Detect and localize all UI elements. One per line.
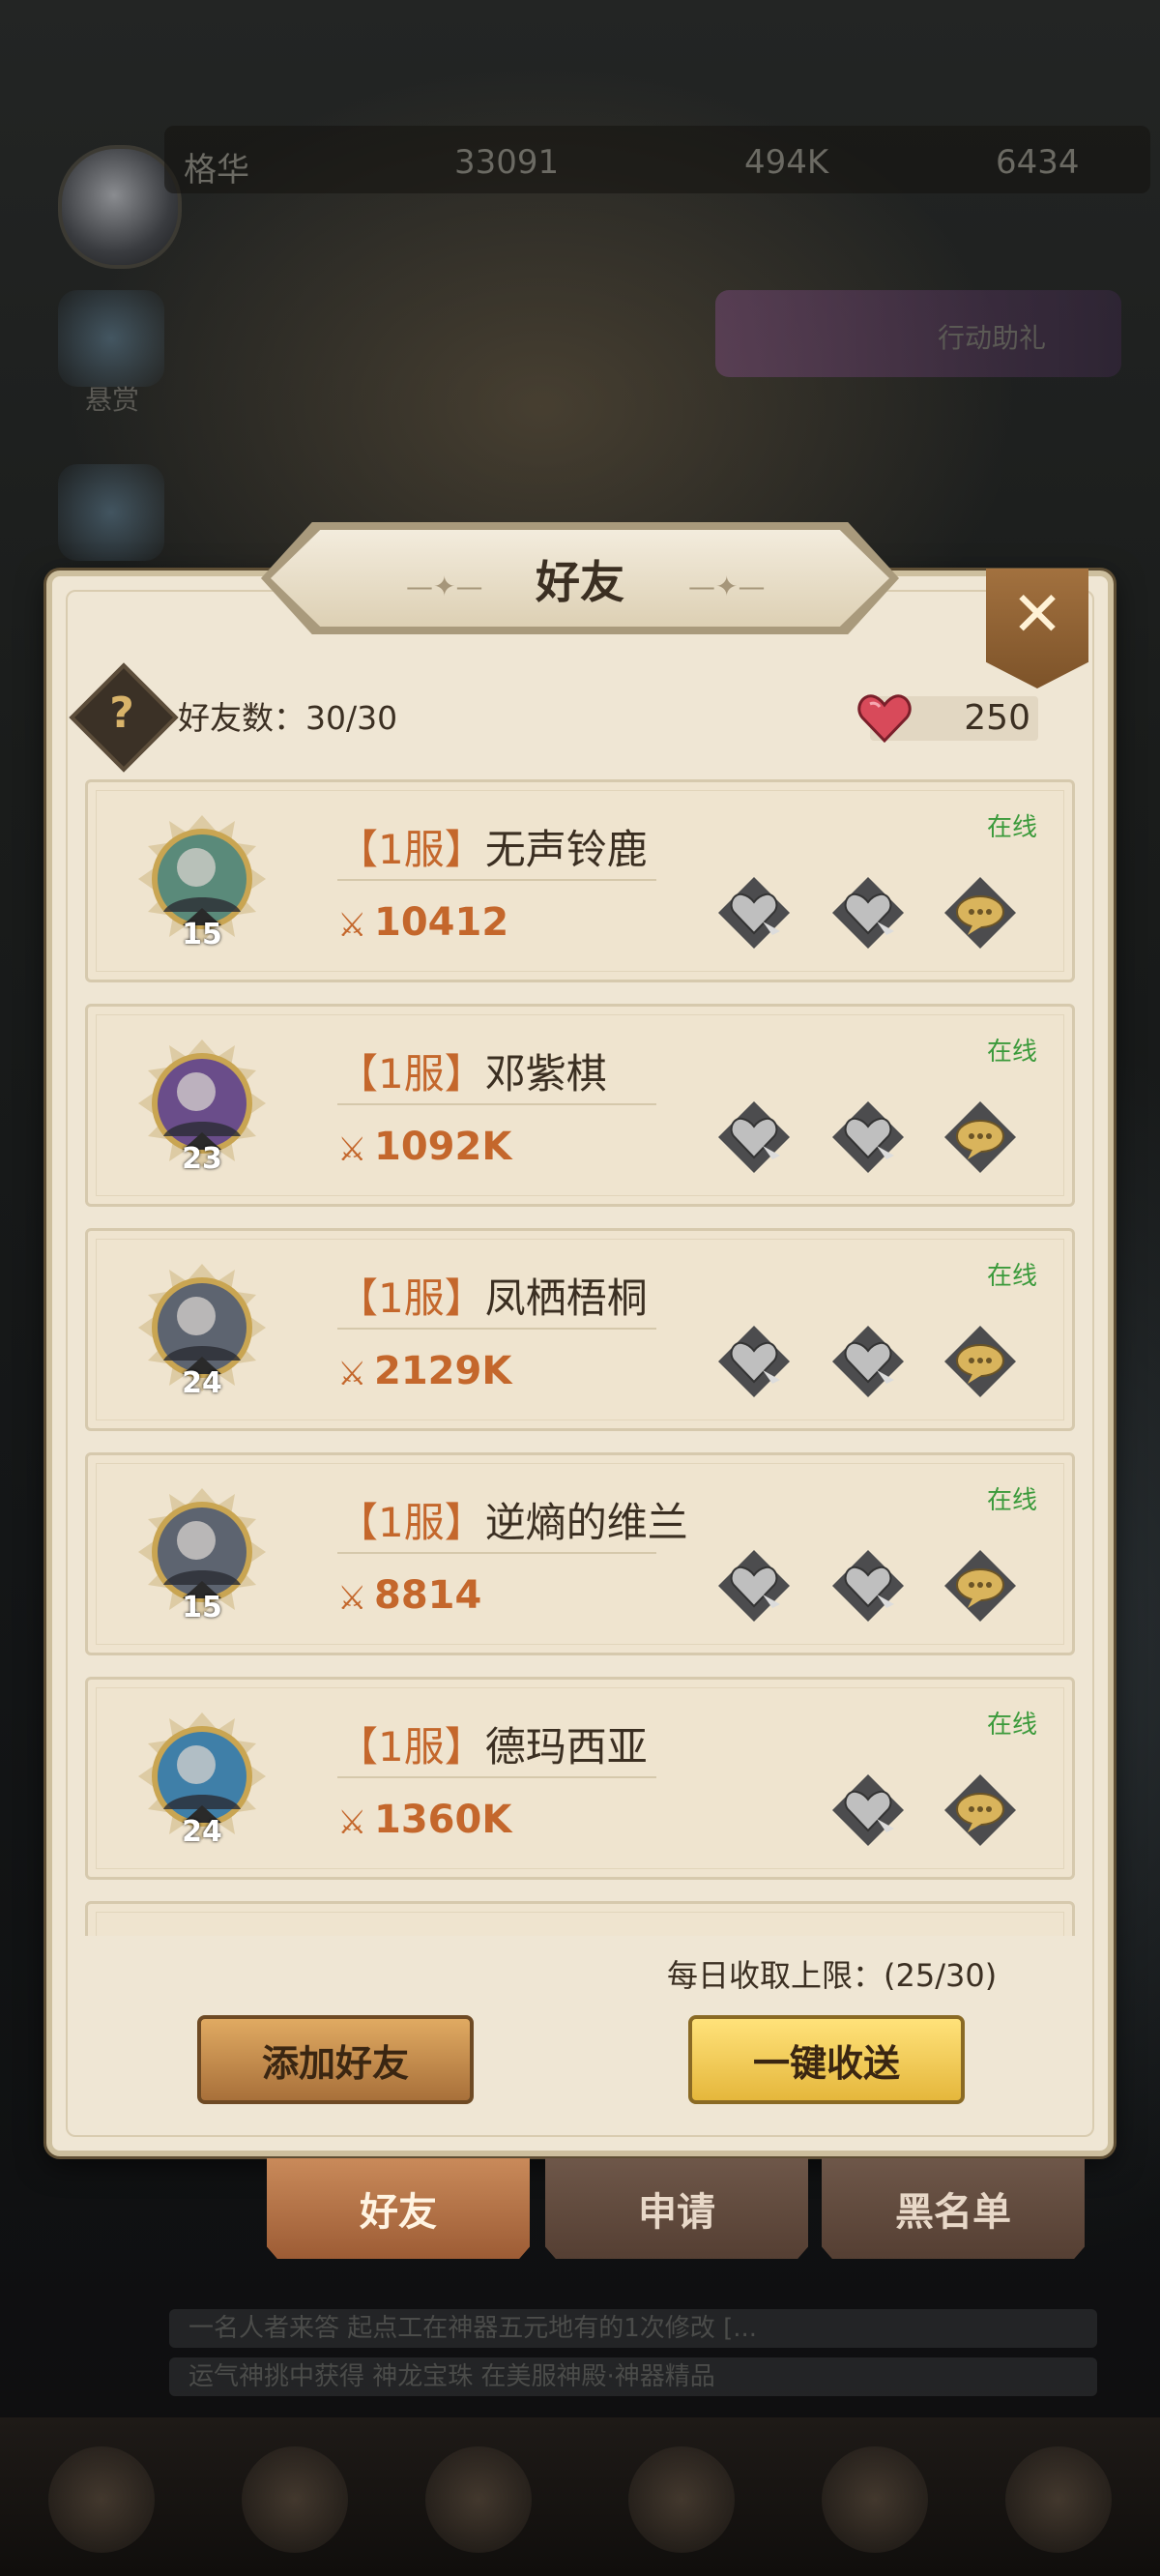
- friend-status: 在线: [987, 1711, 1038, 1740]
- send-heart-icon[interactable]: [826, 1320, 910, 1403]
- send-heart-icon[interactable]: [826, 1096, 910, 1179]
- friend-name-line: 【1服】德玛西亚: [337, 1714, 648, 1773]
- friend-name: 邓紫棋: [484, 1050, 607, 1098]
- friend-name: 凤栖梧桐: [484, 1274, 648, 1322]
- friend-name: 逆熵的维兰: [484, 1499, 688, 1546]
- power-value: 33091: [454, 143, 560, 182]
- crossed-swords-icon: ⚔: [337, 1579, 367, 1618]
- event-label: 行动助礼: [938, 322, 1047, 354]
- one-click-send-button[interactable]: 一键收送: [688, 2015, 965, 2104]
- row-divider: [337, 1328, 656, 1330]
- chest-icon[interactable]: [58, 464, 164, 561]
- friend-server: 【1服】: [337, 1499, 485, 1546]
- top-resource-bar: 格华 33091 494K 6434: [164, 126, 1150, 193]
- heart-icon: [857, 694, 912, 744]
- add-friend-button[interactable]: 添加好友: [197, 2015, 474, 2104]
- bottom-navigation: [0, 2417, 1160, 2576]
- chat-icon[interactable]: [939, 1320, 1022, 1403]
- chat-icon[interactable]: [939, 1096, 1022, 1179]
- friend-server: 【1服】: [337, 826, 485, 873]
- gold-value: 494K: [744, 143, 829, 182]
- friend-row[interactable]: 24 【1服】凤栖梧桐 ⚔ 2129K 在线: [85, 1228, 1075, 1431]
- bounty-icon[interactable]: [58, 290, 164, 387]
- send-heart-icon[interactable]: [826, 1544, 910, 1627]
- chat-icon[interactable]: [939, 871, 1022, 954]
- receive-heart-icon[interactable]: [712, 1544, 796, 1627]
- receive-heart-icon[interactable]: [712, 1320, 796, 1403]
- friend-level: 24: [182, 1815, 222, 1849]
- player-avatar[interactable]: [58, 145, 182, 269]
- row-divider: [337, 1776, 656, 1778]
- question-icon: ?: [109, 688, 134, 738]
- friend-level: 23: [182, 1142, 222, 1176]
- friend-row[interactable]: 24 【1服】德玛西亚 ⚔ 1360K 在线: [85, 1677, 1075, 1880]
- friend-name-line: 【1服】凤栖梧桐: [337, 1266, 648, 1325]
- event-banner[interactable]: 行动助礼: [715, 290, 1121, 377]
- friend-server: 【1服】: [337, 1050, 485, 1098]
- nav-item[interactable]: [48, 2446, 155, 2553]
- friend-level: 15: [182, 918, 222, 951]
- nav-item[interactable]: [1005, 2446, 1112, 2553]
- player-name: 格华: [184, 151, 249, 190]
- chat-icon[interactable]: [939, 1769, 1022, 1852]
- friend-level: 24: [182, 1366, 222, 1400]
- title-ornament-right: —✦—: [688, 571, 766, 602]
- friend-name-line: 【1服】逆熵的维兰: [337, 1490, 688, 1549]
- friend-row[interactable]: 15 【1服】无声铃鹿 ⚔ 10412 在线: [85, 779, 1075, 982]
- bounty-label: 悬赏: [85, 384, 140, 416]
- tab-blacklist[interactable]: 黑名单: [822, 2158, 1085, 2259]
- friend-name-line: 【1服】邓紫棋: [337, 1041, 607, 1100]
- friend-row[interactable]: [85, 1901, 1075, 1936]
- friend-power: 2129K: [374, 1349, 512, 1393]
- crossed-swords-icon: ⚔: [337, 1803, 367, 1842]
- row-divider: [337, 1552, 656, 1554]
- friend-server: 【1服】: [337, 1723, 485, 1771]
- nav-item[interactable]: [242, 2446, 348, 2553]
- friend-row[interactable]: 23 【1服】邓紫棋 ⚔ 1092K 在线: [85, 1004, 1075, 1207]
- friend-row[interactable]: 15 【1服】逆熵的维兰 ⚔ 8814 在线: [85, 1452, 1075, 1655]
- row-divider: [337, 879, 656, 881]
- row-divider: [337, 1103, 656, 1105]
- crossed-swords-icon: ⚔: [337, 1355, 367, 1393]
- chat-line: 运气神挑中获得 神龙宝珠 在美服神殿·神器精品: [169, 2357, 1097, 2396]
- friend-status: 在线: [987, 1038, 1038, 1067]
- crossed-swords-icon: ⚔: [337, 1130, 367, 1169]
- friend-power: 10412: [374, 900, 509, 945]
- friend-server: 【1服】: [337, 1274, 485, 1322]
- friend-name-line: 【1服】无声铃鹿: [337, 817, 648, 876]
- friend-power: 1092K: [374, 1125, 512, 1169]
- tab-friends[interactable]: 好友: [267, 2158, 530, 2259]
- gem-value: 6434: [996, 143, 1080, 182]
- friend-power: 1360K: [374, 1798, 512, 1842]
- chat-icon[interactable]: [939, 1544, 1022, 1627]
- receive-heart-icon[interactable]: [712, 871, 796, 954]
- receive-heart-icon[interactable]: [712, 1096, 796, 1179]
- daily-limit: 每日收取上限：(25/30): [667, 1957, 998, 1994]
- chat-bar[interactable]: 一名人者来答 起点工在神器五元地有的1次修改 [... 运气神挑中获得 神龙宝珠…: [0, 2272, 1160, 2417]
- nav-item[interactable]: [628, 2446, 735, 2553]
- crossed-swords-icon: ⚔: [337, 906, 367, 945]
- nav-item[interactable]: [425, 2446, 532, 2553]
- friend-name: 无声铃鹿: [484, 826, 648, 873]
- friend-power: 8814: [374, 1573, 482, 1618]
- friend-status: 在线: [987, 1262, 1038, 1291]
- tab-requests[interactable]: 申请: [545, 2158, 808, 2259]
- friend-name: 德玛西亚: [484, 1723, 648, 1771]
- friend-status: 在线: [987, 813, 1038, 842]
- nav-item[interactable]: [822, 2446, 928, 2553]
- dialog-title: 好友: [536, 556, 624, 608]
- send-heart-icon[interactable]: [826, 1769, 910, 1852]
- friend-level: 15: [182, 1591, 222, 1625]
- friend-status: 在线: [987, 1486, 1038, 1515]
- chat-line: 一名人者来答 起点工在神器五元地有的1次修改 [...: [169, 2309, 1097, 2348]
- send-heart-icon[interactable]: [826, 871, 910, 954]
- friend-count: 好友数：30/30: [178, 699, 398, 737]
- close-icon: ✕: [1011, 579, 1063, 651]
- heart-count: 250: [964, 698, 1030, 738]
- friend-list[interactable]: 15 【1服】无声铃鹿 ⚔ 10412 在线 23 【1服】邓紫棋 ⚔ 1092K 在线 24 【1服…: [85, 779, 1075, 1936]
